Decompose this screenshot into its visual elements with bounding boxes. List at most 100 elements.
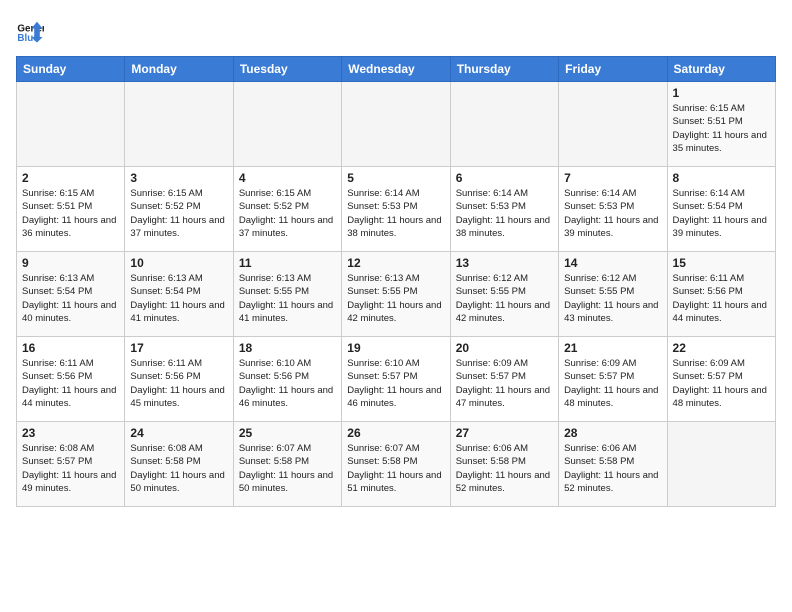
day-number: 1 <box>673 86 770 100</box>
day-cell <box>342 82 450 167</box>
day-info: Sunrise: 6:13 AMSunset: 5:55 PMDaylight:… <box>347 273 441 324</box>
day-cell: 11 Sunrise: 6:13 AMSunset: 5:55 PMDayligh… <box>233 252 341 337</box>
day-cell: 20 Sunrise: 6:09 AMSunset: 5:57 PMDayligh… <box>450 337 558 422</box>
day-info: Sunrise: 6:14 AMSunset: 5:53 PMDaylight:… <box>456 188 550 239</box>
day-number: 22 <box>673 341 770 355</box>
day-cell: 16 Sunrise: 6:11 AMSunset: 5:56 PMDayligh… <box>17 337 125 422</box>
day-cell: 10 Sunrise: 6:13 AMSunset: 5:54 PMDayligh… <box>125 252 233 337</box>
day-cell: 4 Sunrise: 6:15 AMSunset: 5:52 PMDaylight… <box>233 167 341 252</box>
day-number: 8 <box>673 171 770 185</box>
day-number: 18 <box>239 341 336 355</box>
day-info: Sunrise: 6:06 AMSunset: 5:58 PMDaylight:… <box>456 443 550 494</box>
day-cell <box>233 82 341 167</box>
day-number: 17 <box>130 341 227 355</box>
day-cell: 7Sunrise: 6:14 AMSunset: 5:53 PMDaylight… <box>559 167 667 252</box>
day-info: Sunrise: 6:11 AMSunset: 5:56 PMDaylight:… <box>130 358 224 409</box>
day-number: 11 <box>239 256 336 270</box>
day-number: 13 <box>456 256 553 270</box>
weekday-header-thursday: Thursday <box>450 57 558 82</box>
day-info: Sunrise: 6:08 AMSunset: 5:57 PMDaylight:… <box>22 443 116 494</box>
page-header: General Blue <box>16 16 776 44</box>
day-info: Sunrise: 6:06 AMSunset: 5:58 PMDaylight:… <box>564 443 658 494</box>
day-cell: 3 Sunrise: 6:15 AMSunset: 5:52 PMDaylight… <box>125 167 233 252</box>
day-info: Sunrise: 6:11 AMSunset: 5:56 PMDaylight:… <box>673 273 767 324</box>
logo: General Blue <box>16 16 44 44</box>
day-cell <box>17 82 125 167</box>
day-cell: 22Sunrise: 6:09 AMSunset: 5:57 PMDayligh… <box>667 337 775 422</box>
day-number: 16 <box>22 341 119 355</box>
weekday-header-row: SundayMondayTuesdayWednesdayThursdayFrid… <box>17 57 776 82</box>
weekday-header-friday: Friday <box>559 57 667 82</box>
day-number: 4 <box>239 171 336 185</box>
weekday-header-wednesday: Wednesday <box>342 57 450 82</box>
day-cell <box>667 422 775 507</box>
day-info: Sunrise: 6:15 AMSunset: 5:51 PMDaylight:… <box>22 188 116 239</box>
day-info: Sunrise: 6:10 AMSunset: 5:57 PMDaylight:… <box>347 358 441 409</box>
day-info: Sunrise: 6:12 AMSunset: 5:55 PMDaylight:… <box>456 273 550 324</box>
calendar-table: SundayMondayTuesdayWednesdayThursdayFrid… <box>16 56 776 507</box>
day-info: Sunrise: 6:07 AMSunset: 5:58 PMDaylight:… <box>239 443 333 494</box>
day-cell: 5 Sunrise: 6:14 AMSunset: 5:53 PMDaylight… <box>342 167 450 252</box>
day-number: 2 <box>22 171 119 185</box>
day-cell <box>559 82 667 167</box>
day-cell: 27 Sunrise: 6:06 AMSunset: 5:58 PMDayligh… <box>450 422 558 507</box>
day-info: Sunrise: 6:11 AMSunset: 5:56 PMDaylight:… <box>22 358 116 409</box>
day-cell: 19 Sunrise: 6:10 AMSunset: 5:57 PMDayligh… <box>342 337 450 422</box>
weekday-header-tuesday: Tuesday <box>233 57 341 82</box>
weekday-header-saturday: Saturday <box>667 57 775 82</box>
day-cell: 12 Sunrise: 6:13 AMSunset: 5:55 PMDayligh… <box>342 252 450 337</box>
day-cell: 24 Sunrise: 6:08 AMSunset: 5:58 PMDayligh… <box>125 422 233 507</box>
day-number: 14 <box>564 256 661 270</box>
day-number: 26 <box>347 426 444 440</box>
day-info: Sunrise: 6:13 AMSunset: 5:54 PMDaylight:… <box>22 273 116 324</box>
day-cell: 26 Sunrise: 6:07 AMSunset: 5:58 PMDayligh… <box>342 422 450 507</box>
day-info: Sunrise: 6:15 AMSunset: 5:52 PMDaylight:… <box>130 188 224 239</box>
logo-icon: General Blue <box>16 16 44 44</box>
day-cell: 28 Sunrise: 6:06 AMSunset: 5:58 PMDayligh… <box>559 422 667 507</box>
day-number: 24 <box>130 426 227 440</box>
week-row-4: 23Sunrise: 6:08 AMSunset: 5:57 PMDayligh… <box>17 422 776 507</box>
day-number: 10 <box>130 256 227 270</box>
day-cell <box>125 82 233 167</box>
day-number: 15 <box>673 256 770 270</box>
week-row-1: 2 Sunrise: 6:15 AMSunset: 5:51 PMDaylight… <box>17 167 776 252</box>
day-info: Sunrise: 6:10 AMSunset: 5:56 PMDaylight:… <box>239 358 333 409</box>
week-row-2: 9 Sunrise: 6:13 AMSunset: 5:54 PMDaylight… <box>17 252 776 337</box>
day-number: 12 <box>347 256 444 270</box>
day-info: Sunrise: 6:08 AMSunset: 5:58 PMDaylight:… <box>130 443 224 494</box>
day-info: Sunrise: 6:13 AMSunset: 5:55 PMDaylight:… <box>239 273 333 324</box>
day-cell <box>450 82 558 167</box>
day-number: 19 <box>347 341 444 355</box>
day-cell: 21 Sunrise: 6:09 AMSunset: 5:57 PMDayligh… <box>559 337 667 422</box>
weekday-header-monday: Monday <box>125 57 233 82</box>
weekday-header-sunday: Sunday <box>17 57 125 82</box>
day-info: Sunrise: 6:15 AMSunset: 5:52 PMDaylight:… <box>239 188 333 239</box>
day-info: Sunrise: 6:12 AMSunset: 5:55 PMDaylight:… <box>564 273 658 324</box>
day-number: 5 <box>347 171 444 185</box>
day-info: Sunrise: 6:13 AMSunset: 5:54 PMDaylight:… <box>130 273 224 324</box>
day-number: 7 <box>564 171 661 185</box>
day-cell: 9 Sunrise: 6:13 AMSunset: 5:54 PMDaylight… <box>17 252 125 337</box>
day-cell: 2 Sunrise: 6:15 AMSunset: 5:51 PMDaylight… <box>17 167 125 252</box>
week-row-0: 1Sunrise: 6:15 AMSunset: 5:51 PMDaylight… <box>17 82 776 167</box>
day-number: 25 <box>239 426 336 440</box>
day-cell: 6Sunrise: 6:14 AMSunset: 5:53 PMDaylight… <box>450 167 558 252</box>
day-info: Sunrise: 6:09 AMSunset: 5:57 PMDaylight:… <box>456 358 550 409</box>
day-number: 3 <box>130 171 227 185</box>
day-number: 9 <box>22 256 119 270</box>
day-cell: 23Sunrise: 6:08 AMSunset: 5:57 PMDayligh… <box>17 422 125 507</box>
day-number: 28 <box>564 426 661 440</box>
week-row-3: 16 Sunrise: 6:11 AMSunset: 5:56 PMDayligh… <box>17 337 776 422</box>
day-number: 21 <box>564 341 661 355</box>
day-number: 20 <box>456 341 553 355</box>
day-info: Sunrise: 6:09 AMSunset: 5:57 PMDaylight:… <box>564 358 658 409</box>
day-cell: 25 Sunrise: 6:07 AMSunset: 5:58 PMDayligh… <box>233 422 341 507</box>
day-cell: 15 Sunrise: 6:11 AMSunset: 5:56 PMDayligh… <box>667 252 775 337</box>
day-cell: 14 Sunrise: 6:12 AMSunset: 5:55 PMDayligh… <box>559 252 667 337</box>
day-cell: 8Sunrise: 6:14 AMSunset: 5:54 PMDaylight… <box>667 167 775 252</box>
day-info: Sunrise: 6:07 AMSunset: 5:58 PMDaylight:… <box>347 443 441 494</box>
day-info: Sunrise: 6:14 AMSunset: 5:53 PMDaylight:… <box>347 188 441 239</box>
day-cell: 18 Sunrise: 6:10 AMSunset: 5:56 PMDayligh… <box>233 337 341 422</box>
day-number: 27 <box>456 426 553 440</box>
day-cell: 17 Sunrise: 6:11 AMSunset: 5:56 PMDayligh… <box>125 337 233 422</box>
